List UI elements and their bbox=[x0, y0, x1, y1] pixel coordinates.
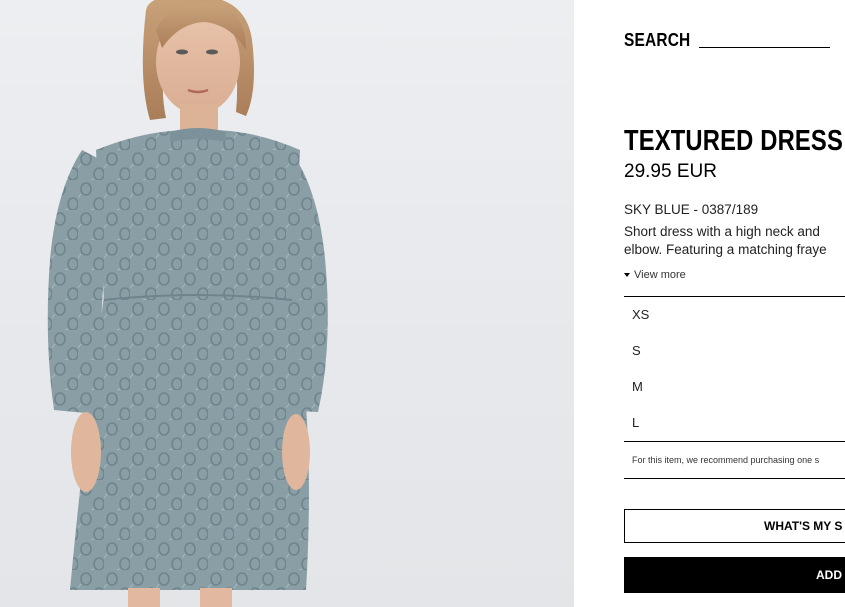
search-input-underline[interactable] bbox=[699, 47, 831, 48]
size-recommendation: For this item, we recommend purchasing o… bbox=[624, 442, 845, 479]
view-more-link[interactable]: View more bbox=[624, 268, 686, 282]
caret-down-icon bbox=[624, 273, 630, 277]
search-label[interactable]: SEARCH bbox=[624, 30, 690, 50]
size-option-xs[interactable]: XS bbox=[624, 297, 845, 333]
size-option-l[interactable]: L bbox=[624, 405, 845, 441]
search-bar[interactable]: SEARCH bbox=[624, 30, 831, 50]
product-page: SEARCH TEXTURED DRESS 29.95 EUR SKY BLUE… bbox=[0, 0, 845, 607]
dress-photo bbox=[47, 0, 328, 607]
add-to-basket-button[interactable]: ADD bbox=[624, 557, 845, 593]
whats-my-size-button[interactable]: WHAT'S MY S bbox=[624, 509, 845, 543]
view-more-label: View more bbox=[634, 269, 686, 281]
size-option-m[interactable]: M bbox=[624, 369, 845, 405]
size-list: XS S M L bbox=[624, 296, 845, 442]
product-price: 29.95 EUR bbox=[624, 161, 717, 182]
product-color-reference: SKY BLUE - 0387/189 bbox=[624, 202, 759, 217]
product-image[interactable] bbox=[0, 0, 574, 607]
product-title: TEXTURED DRESS bbox=[624, 125, 843, 157]
product-info-panel: SEARCH TEXTURED DRESS 29.95 EUR SKY BLUE… bbox=[574, 0, 845, 607]
size-option-s[interactable]: S bbox=[624, 333, 845, 369]
product-description: Short dress with a high neck and elbow. … bbox=[624, 224, 827, 257]
